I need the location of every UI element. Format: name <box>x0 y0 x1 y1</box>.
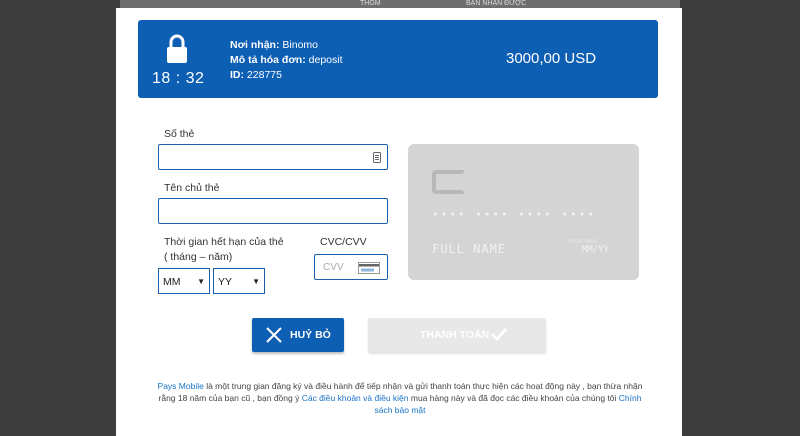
countdown-timer: 18 : 32 <box>152 70 205 87</box>
footer-text: mua hàng này và đã đọc các điều khoản củ… <box>408 393 619 403</box>
pays-mobile-link[interactable]: Pays Mobile <box>158 381 204 391</box>
dropdown-arrow-icon: ▼ <box>252 277 260 286</box>
legal-footer: Pays Mobile là một trung gian đăng ký và… <box>152 380 648 416</box>
cancel-button-label: HUỶ BỎ <box>290 329 331 341</box>
cancel-button[interactable]: HUỶ BỎ <box>252 318 344 352</box>
background-text: THGM <box>360 0 381 7</box>
invoice-info: Nơi nhận: Binomo Mô tả hóa đơn: deposit … <box>230 38 343 83</box>
keyboard-icon <box>373 152 381 163</box>
description-label: Mô tả hóa đơn: <box>230 54 306 66</box>
cardholder-input[interactable] <box>158 198 388 224</box>
expiry-sublabel: ( tháng – năm) <box>164 251 233 263</box>
card-number-label: Số thẻ <box>164 128 195 140</box>
card-preview: •••• •••• •••• •••• FULL NAME VALID THRU… <box>408 144 639 280</box>
recipient-label: Nơi nhận: <box>230 39 280 51</box>
cardholder-label: Tên chủ thẻ <box>164 182 220 194</box>
description-value: deposit <box>308 54 343 66</box>
card-chip-icon <box>432 170 466 194</box>
card-number-mask: •••• •••• •••• •••• <box>432 208 596 221</box>
cvc-input[interactable]: CVV <box>314 254 388 280</box>
id-label: ID: <box>230 69 244 81</box>
dropdown-arrow-icon: ▼ <box>197 277 205 286</box>
expiry-month-select[interactable]: MM ▼ <box>158 268 210 294</box>
card-expiry: MM/YY <box>582 245 610 255</box>
payment-header: 18 : 32 Nơi nhận: Binomo Mô tả hóa đơn: … <box>138 20 658 98</box>
lock-icon <box>167 34 187 63</box>
background-text: BẠN NHẬN ĐƯỢC <box>466 0 527 7</box>
year-value: YY <box>218 276 233 288</box>
pay-button-label: THANH TOÁN <box>420 329 490 341</box>
cvc-placeholder: CVV <box>323 262 344 273</box>
cvc-label: CVC/CVV <box>320 236 367 248</box>
card-full-name: FULL NAME <box>432 242 507 256</box>
close-icon <box>266 327 282 343</box>
pay-button[interactable]: THANH TOÁN <box>368 318 546 352</box>
expiry-year-select[interactable]: YY ▼ <box>213 268 265 294</box>
expiry-label: Thời gian hết hạn của thẻ <box>164 236 284 248</box>
checkmark-icon <box>491 328 507 341</box>
month-value: MM <box>163 276 181 288</box>
id-value: 228775 <box>246 69 282 81</box>
payment-modal: 18 : 32 Nơi nhận: Binomo Mô tả hóa đơn: … <box>116 8 682 436</box>
card-back-icon <box>358 262 380 274</box>
payment-amount: 3000,00 USD <box>506 50 597 67</box>
recipient-value: Binomo <box>282 39 318 51</box>
card-number-input[interactable] <box>158 144 388 170</box>
terms-link[interactable]: Các điều khoản và điều kiện <box>302 393 409 403</box>
